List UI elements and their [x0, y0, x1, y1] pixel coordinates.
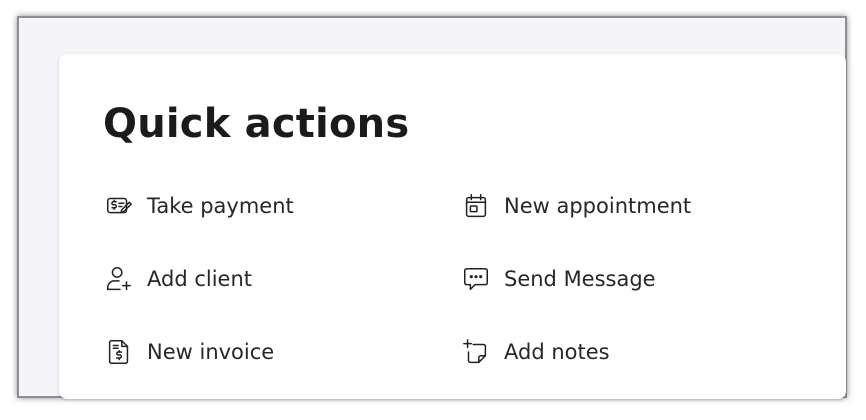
quick-actions-card: Quick actions Take payment New appointme… — [59, 54, 846, 399]
add-client-label: Add client — [147, 267, 253, 291]
add-note-icon — [460, 336, 492, 368]
add-user-icon — [103, 263, 135, 295]
add-notes-label: Add notes — [504, 340, 610, 364]
take-payment-label: Take payment — [147, 194, 294, 218]
send-message-label: Send Message — [504, 267, 656, 291]
new-appointment-action[interactable]: New appointment — [460, 189, 691, 223]
new-invoice-label: New invoice — [147, 340, 275, 364]
new-appointment-label: New appointment — [504, 194, 692, 218]
new-invoice-action[interactable]: New invoice — [103, 335, 274, 369]
add-notes-action[interactable]: Add notes — [460, 335, 610, 369]
message-icon — [460, 263, 492, 295]
card-title: Quick actions — [103, 101, 410, 147]
payment-icon — [103, 190, 135, 222]
window-frame: Quick actions Take payment New appointme… — [17, 16, 847, 399]
take-payment-action[interactable]: Take payment — [103, 189, 294, 223]
invoice-icon — [103, 336, 135, 368]
calendar-icon — [460, 190, 492, 222]
add-client-action[interactable]: Add client — [103, 262, 252, 296]
send-message-action[interactable]: Send Message — [460, 262, 656, 296]
